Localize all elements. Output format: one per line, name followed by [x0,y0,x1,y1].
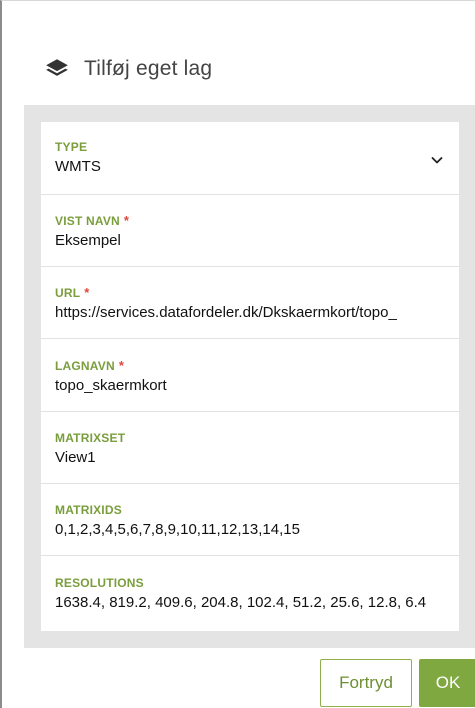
resolutions-label: RESOLUTIONS [55,576,144,590]
matrixids-input[interactable]: 0,1,2,3,4,5,6,7,8,9,10,11,12,13,14,15 [55,521,455,538]
display-name-field[interactable]: VIST NAVN * Eksempel [41,195,459,267]
matrixids-field[interactable]: MATRIXIDS 0,1,2,3,4,5,6,7,8,9,10,11,12,1… [41,484,459,556]
dialog-header: Tilføj eget lag [24,39,475,99]
required-marker: * [84,285,90,300]
dialog-title: Tilføj eget lag [84,57,213,80]
layers-icon [44,56,70,82]
display-name-label: VIST NAVN * [55,213,130,228]
layer-name-field[interactable]: LAGNAVN * topo_skaermkort [41,339,459,412]
chevron-down-icon[interactable] [429,152,445,168]
matrixids-label: MATRIXIDS [55,503,122,517]
display-name-input[interactable]: Eksempel [55,232,455,249]
layer-form: TYPE WMTS VIST NAVN * Eksempel URL * https… [41,122,459,631]
layer-name-label: LAGNAVN * [55,358,125,373]
ok-button[interactable]: OK [419,659,475,707]
type-select-value[interactable]: WMTS [55,158,455,175]
layer-name-input[interactable]: topo_skaermkort [55,377,455,394]
url-field[interactable]: URL * https://services.datafordeler.dk/Dk… [41,267,459,339]
type-field[interactable]: TYPE WMTS [41,122,459,195]
url-label: URL * [55,285,90,300]
cancel-button[interactable]: Fortryd [320,659,412,707]
resolutions-input[interactable]: 1638.4, 819.2, 409.6, 204.8, 102.4, 51.2… [55,594,455,611]
add-layer-dialog: Tilføj eget lag TYPE WMTS VIST NAVN * Eks… [0,0,475,708]
matrixset-field[interactable]: MATRIXSET View1 [41,412,459,484]
matrixset-input[interactable]: View1 [55,449,455,466]
required-marker: * [118,358,125,373]
resolutions-field[interactable]: RESOLUTIONS 1638.4, 819.2, 409.6, 204.8,… [41,556,459,631]
matrixset-label: MATRIXSET [55,431,126,445]
required-marker: * [123,213,130,228]
type-label: TYPE [55,140,88,154]
dialog-body: TYPE WMTS VIST NAVN * Eksempel URL * https… [24,105,475,648]
url-input[interactable]: https://services.datafordeler.dk/Dkskaer… [55,304,455,321]
